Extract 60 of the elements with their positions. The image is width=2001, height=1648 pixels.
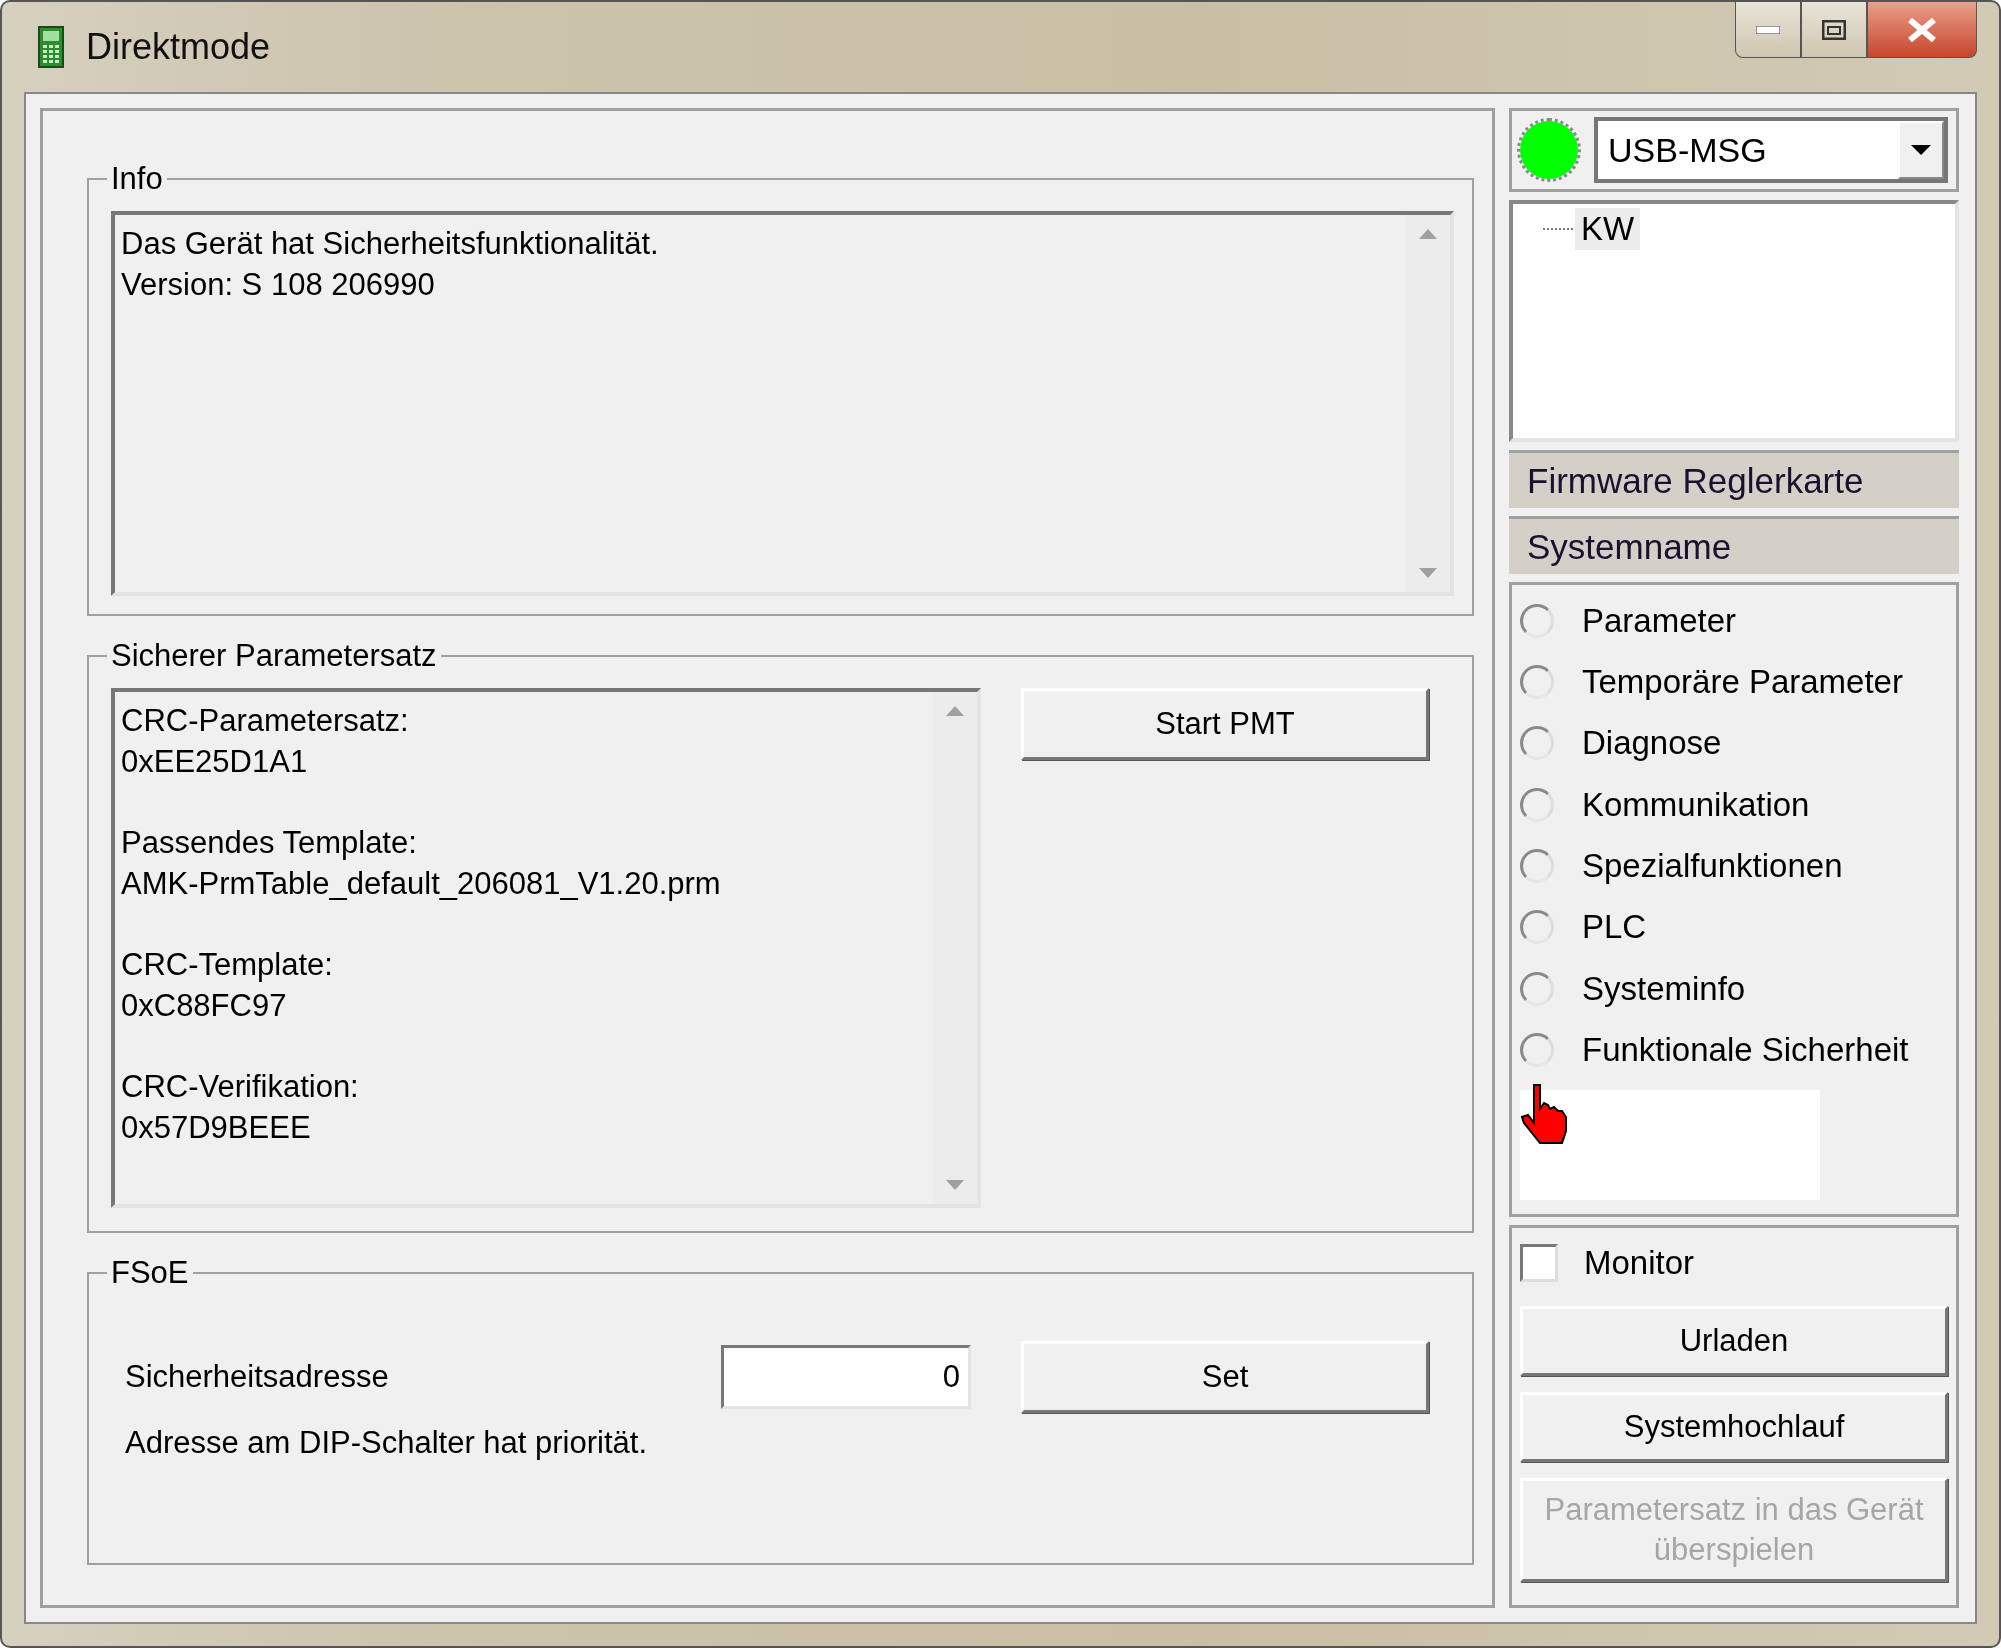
tree-line — [1543, 228, 1573, 230]
entry-value: AMK-PrmTable_default_206081_V1.20.prm — [121, 865, 722, 903]
radio-button[interactable] — [1520, 910, 1554, 945]
entry-label: CRC-Parametersatz: — [121, 702, 410, 740]
hand-cursor-icon — [1520, 1083, 1568, 1145]
radio-button[interactable] — [1520, 1033, 1554, 1068]
parameter-text-area[interactable]: CRC-Parametersatz: 0xEE25D1A1 Passendes Template: AMK-PrmTable_default_206081_V1.20.prm CRC-Template: 0xC88FC97 CRC-Verifikation: 0x57D9BEEE — [111, 688, 981, 1208]
window-title: Direktmode — [86, 26, 271, 68]
radio-button[interactable] — [1520, 971, 1554, 1006]
start-pmt-button[interactable]: Start PMT — [1021, 688, 1429, 760]
radio-label[interactable]: Funktionale Sicherheit — [1582, 1031, 1909, 1070]
radio-label[interactable]: Temporäre Parameter — [1582, 663, 1903, 701]
radio-button[interactable] — [1520, 665, 1554, 699]
entry-value: 0xC88FC97 — [121, 987, 288, 1025]
radio-button[interactable] — [1520, 849, 1554, 884]
info-text-area[interactable]: Das Gerät hat Sicherheitsfunktionalität. Version: S 108 206990 — [111, 211, 1454, 596]
dropdown-arrow-button[interactable] — [1898, 121, 1944, 179]
radio-label[interactable]: Kommunikation — [1582, 785, 1810, 824]
app-icon — [38, 26, 64, 68]
radio-label[interactable]: Spezialfunktionen — [1582, 847, 1843, 886]
action-button[interactable]: Urladen — [1520, 1306, 1948, 1376]
section-header: Firmware Reglerkarte — [1509, 450, 1959, 508]
radio-button[interactable] — [1520, 603, 1554, 638]
monitor-checkbox[interactable] — [1520, 1244, 1558, 1282]
radio-label[interactable]: Diagnose — [1582, 724, 1722, 763]
info-line: Das Gerät hat Sicherheitsfunktionalität. — [121, 225, 660, 263]
entry-label: CRC-Template: — [121, 946, 334, 984]
scroll-up-arrow-icon[interactable] — [1419, 229, 1437, 239]
action-button[interactable]: Systemhochlauf — [1520, 1392, 1948, 1462]
address-label: Sicherheitsadresse — [125, 1359, 390, 1395]
info-line: Version: S 108 206990 — [121, 266, 436, 304]
address-field[interactable]: 0 — [721, 1345, 971, 1409]
scroll-down-arrow-icon[interactable] — [946, 1180, 964, 1190]
radio-button[interactable] — [1520, 726, 1554, 761]
radio-label[interactable]: Systeminfo — [1582, 969, 1746, 1008]
entry-value: 0x57D9BEEE — [121, 1109, 312, 1147]
group-title: Sicherer Parametersatz — [110, 638, 438, 674]
tree-item[interactable]: KW — [1575, 208, 1641, 250]
scroll-up-arrow-icon[interactable] — [946, 706, 964, 716]
section-header: Systemname — [1509, 516, 1959, 574]
caret-down-icon — [1911, 145, 1931, 155]
address-note: Adresse am DIP-Schalter hat priorität. — [125, 1425, 649, 1461]
group-title: FSoE — [110, 1255, 190, 1291]
entry-value: 0xEE25D1A1 — [121, 743, 309, 781]
minimize-icon — [1756, 25, 1780, 34]
maximize-icon — [1822, 19, 1846, 40]
set-button[interactable]: Set — [1021, 1341, 1429, 1413]
close-icon — [1907, 17, 1937, 42]
group-title: Info — [110, 161, 164, 197]
maximize-button[interactable] — [1801, 2, 1867, 58]
entry-label: Passendes Template: — [121, 824, 418, 862]
checkbox-label[interactable]: Monitor — [1584, 1244, 1695, 1282]
radio-label[interactable]: Parameter — [1582, 601, 1737, 640]
radio-label[interactable]: PLC — [1582, 908, 1647, 947]
interface-dropdown[interactable]: USB-MSG — [1594, 117, 1948, 183]
entry-label: CRC-Verifikation: — [121, 1068, 360, 1106]
minimize-button[interactable] — [1735, 2, 1801, 58]
radio-button[interactable] — [1520, 787, 1554, 822]
close-button[interactable] — [1867, 2, 1977, 58]
scroll-down-arrow-icon[interactable] — [1419, 568, 1437, 578]
